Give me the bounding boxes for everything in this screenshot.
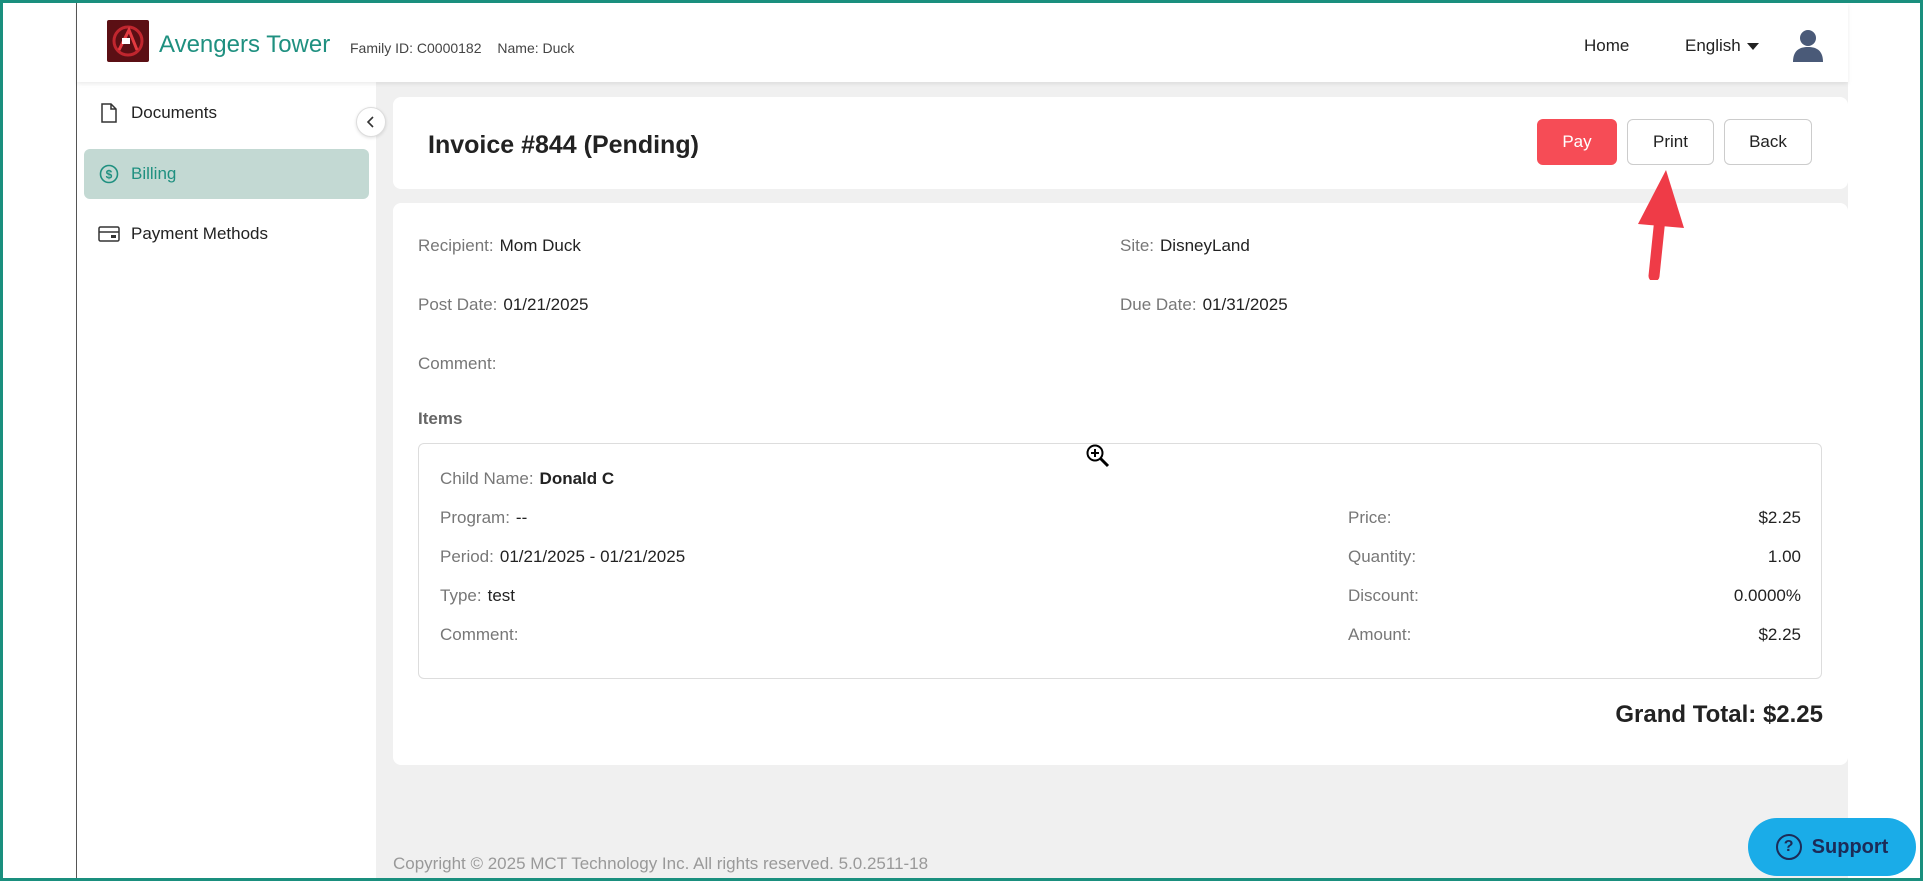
- quantity-value: 1.00: [1767, 547, 1801, 566]
- family-meta: Family ID: C0000182 Name: Duck: [350, 40, 586, 56]
- left-divider: [76, 3, 77, 878]
- page-title: Invoice #844 (Pending): [428, 131, 699, 159]
- sidebar: Documents $ Billing Payment Methods: [77, 82, 376, 878]
- field-value: 01/21/2025 - 01/21/2025: [499, 547, 686, 566]
- right-margin: [1848, 3, 1920, 878]
- field-value: --: [515, 508, 528, 527]
- invoice-detail-card: Recipient: Mom Duck Site: DisneyLand Post …: [393, 203, 1848, 765]
- sidebar-item-payment-methods[interactable]: Payment Methods: [84, 209, 369, 259]
- price-label-field: Price:: [1348, 508, 1392, 527]
- type-field: Type: test: [440, 586, 515, 605]
- language-label: English: [1685, 36, 1741, 55]
- user-avatar-icon[interactable]: [1790, 28, 1826, 62]
- field-label: Site: [1120, 236, 1150, 255]
- brand-logo[interactable]: [107, 20, 149, 62]
- svg-text:$: $: [106, 168, 113, 182]
- zoom-cursor-icon: [1086, 444, 1110, 468]
- price-value: $2.25: [1758, 508, 1801, 527]
- app-shell: Avengers Tower Family ID: C0000182 Name:…: [77, 3, 1916, 878]
- comment-field: Comment:: [418, 354, 497, 373]
- footer-copyright: Copyright © 2025 MCT Technology Inc. All…: [393, 854, 929, 873]
- sidebar-item-label: Payment Methods: [131, 224, 269, 243]
- app-title[interactable]: Avengers Tower: [159, 31, 330, 59]
- child-name-field: Child Name: Donald C: [440, 469, 615, 488]
- field-label: Period: [440, 547, 490, 566]
- sidebar-item-label: Documents: [131, 103, 217, 122]
- sidebar-item-documents[interactable]: Documents: [84, 88, 369, 138]
- field-label: Quantity: [1348, 547, 1412, 566]
- top-header: Avengers Tower Family ID: C0000182 Name:…: [77, 3, 1848, 82]
- site-field: Site: DisneyLand: [1120, 236, 1250, 255]
- field-value: Mom Duck: [499, 236, 581, 255]
- field-value: Donald C: [539, 469, 615, 488]
- document-icon: [98, 102, 120, 124]
- field-label: Discount: [1348, 586, 1415, 605]
- amount-label-field: Amount:: [1348, 625, 1412, 644]
- field-label: Type: [440, 586, 477, 605]
- invoice-item: Child Name: Donald C Program: -- Period: 01…: [418, 443, 1822, 679]
- discount-value: 0.0000%: [1733, 586, 1801, 605]
- field-value: 01/31/2025: [1202, 295, 1288, 314]
- field-label: Comment: [418, 354, 492, 373]
- period-field: Period: 01/21/2025 - 01/21/2025: [440, 547, 686, 566]
- sidebar-item-billing[interactable]: $ Billing: [84, 149, 369, 199]
- field-label: Due Date: [1120, 295, 1192, 314]
- family-id: Family ID: C0000182: [350, 40, 482, 56]
- field-label: Amount: [1348, 625, 1407, 644]
- sidebar-collapse-button[interactable]: [356, 107, 386, 137]
- print-button[interactable]: Print: [1627, 119, 1714, 165]
- sidebar-item-label: Billing: [131, 164, 177, 183]
- discount-label-field: Discount:: [1348, 586, 1419, 605]
- recipient-field: Recipient: Mom Duck: [418, 236, 581, 255]
- post-date-field: Post Date: 01/21/2025: [418, 295, 589, 314]
- field-label: Recipient: [418, 236, 489, 255]
- due-date-field: Due Date: 01/31/2025: [1120, 295, 1288, 314]
- item-comment-field: Comment:: [440, 625, 519, 644]
- pay-button[interactable]: Pay: [1537, 119, 1617, 165]
- field-label: Program: [440, 508, 506, 527]
- language-select[interactable]: English: [1685, 36, 1759, 56]
- field-label: Price: [1348, 508, 1387, 527]
- help-circle-icon: ?: [1775, 834, 1802, 860]
- program-field: Program: --: [440, 508, 528, 527]
- field-value: 01/21/2025: [503, 295, 589, 314]
- quantity-label-field: Quantity:: [1348, 547, 1417, 566]
- caret-down-icon: [1746, 43, 1759, 51]
- field-value: DisneyLand: [1160, 236, 1250, 255]
- support-label: Support: [1811, 835, 1889, 858]
- field-value: test: [487, 586, 515, 605]
- family-name: Name: Duck: [497, 40, 575, 56]
- items-heading: Items: [418, 409, 463, 428]
- chevron-left-icon: [366, 116, 374, 128]
- annotation-arrow-icon: [1638, 170, 1684, 280]
- field-label: Post Date: [418, 295, 493, 314]
- support-button[interactable]: ? Support: [1748, 818, 1916, 876]
- nav-home-link[interactable]: Home: [1584, 36, 1629, 56]
- dollar-circle-icon: $: [98, 163, 120, 185]
- amount-value: $2.25: [1758, 625, 1801, 644]
- credit-card-icon: [98, 223, 120, 245]
- field-label: Child Name: [440, 469, 529, 488]
- back-button[interactable]: Back: [1724, 119, 1812, 165]
- grand-total: Grand Total: $2.25: [1615, 701, 1823, 728]
- field-label: Comment: [440, 625, 514, 644]
